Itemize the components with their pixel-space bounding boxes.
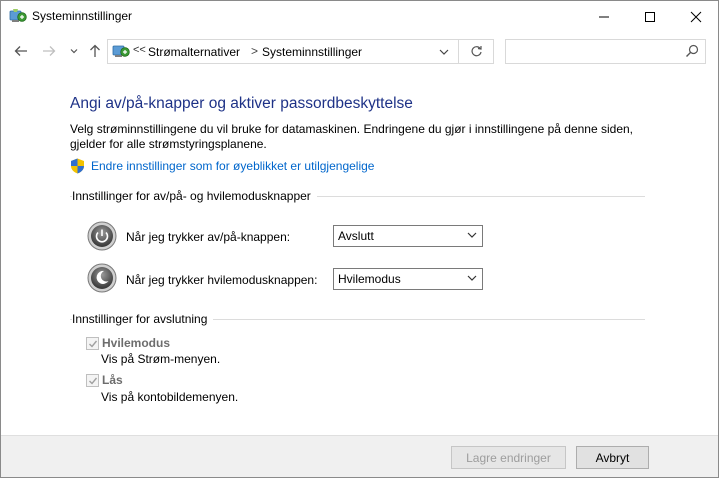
- page-description: Velg strøminnstillingene du vil bruke fo…: [70, 122, 633, 151]
- window-title: Systeminnstillinger: [32, 9, 133, 23]
- breadcrumb-system-settings[interactable]: Systeminnstillinger: [262, 45, 362, 59]
- back-button[interactable]: [11, 40, 31, 62]
- recent-locations-button[interactable]: [64, 40, 84, 62]
- cancel-button[interactable]: Avbryt: [576, 446, 649, 469]
- lock-menu-checkbox[interactable]: [86, 374, 99, 387]
- sleep-menu-option-description: Vis på Strøm-menyen.: [101, 352, 221, 366]
- sleep-button-action-select[interactable]: Hvilemodus: [333, 268, 483, 290]
- close-button[interactable]: [673, 1, 719, 32]
- sleep-button-label: Når jeg trykker hvilemodusknappen:: [126, 273, 318, 287]
- power-button-label: Når jeg trykker av/på-knappen:: [126, 230, 291, 244]
- breadcrumb-separator[interactable]: >: [251, 44, 258, 58]
- refresh-button[interactable]: [459, 39, 494, 64]
- power-icon: [87, 221, 117, 251]
- address-bar[interactable]: << Strømalternativer > Systeminnstilling…: [107, 39, 459, 64]
- title-bar: Systeminnstillinger: [1, 1, 718, 32]
- arrow-right-icon: [43, 46, 56, 56]
- lock-menu-option-description: Vis på kontobildemenyen.: [101, 390, 239, 404]
- chevron-down-icon: [467, 275, 477, 281]
- sleep-icon: [87, 263, 117, 293]
- refresh-icon: [470, 46, 482, 57]
- minimize-button[interactable]: [581, 1, 627, 32]
- change-unavailable-settings-link[interactable]: Endre innstillinger som for øyeblikket e…: [91, 159, 374, 173]
- dialog-footer: Lagre endringer Avbryt: [1, 435, 718, 477]
- search-icon: [686, 44, 699, 57]
- power-options-app-icon: [9, 9, 27, 22]
- chevron-down-icon: [467, 232, 477, 238]
- settings-window: Systeminnstillinger << Strømalternativer…: [0, 0, 719, 478]
- maximize-icon: [645, 11, 655, 22]
- power-options-location-icon: [112, 45, 130, 57]
- uac-shield-icon: [71, 158, 84, 174]
- chevron-down-icon: [70, 49, 78, 54]
- forward-button[interactable]: [39, 40, 59, 62]
- sleep-button-action-value: Hvilemodus: [338, 272, 401, 286]
- arrow-up-icon: [90, 44, 100, 57]
- maximize-button[interactable]: [627, 1, 673, 32]
- address-history-dropdown[interactable]: [436, 44, 452, 60]
- breadcrumb-overflow[interactable]: <<: [133, 44, 146, 56]
- power-buttons-section-title: Innstillinger for av/på- og hvilemoduskn…: [72, 189, 317, 203]
- up-button[interactable]: [85, 40, 105, 62]
- checkmark-icon: [88, 377, 97, 385]
- sleep-menu-option-label: Hvilemodus: [102, 336, 171, 350]
- power-button-action-select[interactable]: Avslutt: [333, 225, 483, 247]
- arrow-left-icon: [14, 46, 27, 56]
- checkmark-icon: [88, 340, 97, 348]
- minimize-icon: [599, 16, 609, 17]
- sleep-menu-checkbox[interactable]: [86, 337, 99, 350]
- shutdown-section-title: Innstillinger for avslutning: [72, 312, 214, 326]
- search-input[interactable]: [505, 39, 706, 64]
- chevron-down-icon: [439, 49, 449, 55]
- save-changes-button[interactable]: Lagre endringer: [451, 446, 566, 469]
- breadcrumb-power-options[interactable]: Strømalternativer: [148, 45, 240, 59]
- close-icon: [690, 11, 702, 22]
- navigation-bar: << Strømalternativer > Systeminnstilling…: [1, 32, 718, 72]
- power-button-action-value: Avslutt: [338, 229, 374, 243]
- lock-menu-option-label: Lås: [102, 373, 123, 387]
- page-title: Angi av/på-knapper og aktiver passordbes…: [70, 95, 413, 112]
